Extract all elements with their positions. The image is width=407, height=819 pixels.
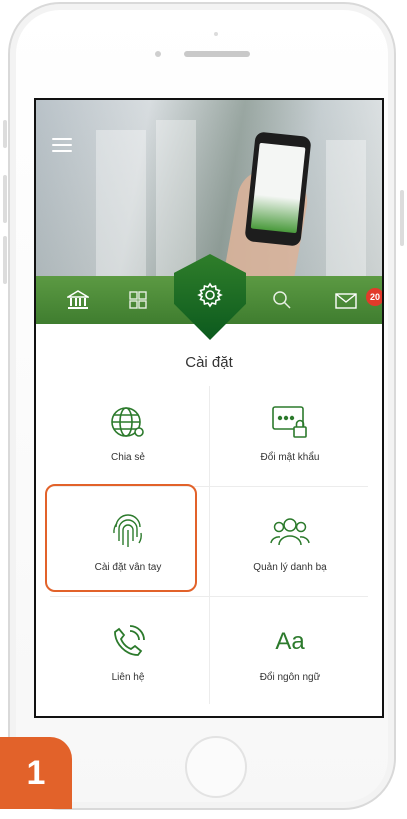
fingerprint-label: Cài đặt vân tay bbox=[94, 562, 162, 573]
contact-us-button[interactable]: Liên hệ bbox=[48, 610, 208, 710]
phone-call-icon bbox=[111, 622, 145, 662]
home-button[interactable] bbox=[185, 736, 247, 798]
share-label: Chia sẻ bbox=[111, 452, 145, 463]
sensor-dot bbox=[214, 32, 218, 36]
language-aa-icon: Aa bbox=[275, 628, 305, 655]
fingerprint-icon bbox=[110, 512, 146, 552]
power-button bbox=[400, 190, 404, 246]
change-language-button[interactable]: Aa Đổi ngôn ngữ bbox=[210, 610, 370, 710]
fingerprint-settings-button[interactable]: Cài đặt vân tay bbox=[48, 500, 208, 600]
search-icon[interactable] bbox=[252, 276, 312, 324]
change-password-button[interactable]: Đổi mật khẩu bbox=[210, 390, 370, 490]
grid-icon[interactable] bbox=[108, 276, 168, 324]
earpiece-speaker bbox=[184, 51, 250, 57]
manage-contacts-label: Quản lý danh bạ bbox=[253, 562, 327, 573]
step-number-badge: 1 bbox=[0, 737, 72, 809]
contacts-group-icon bbox=[270, 512, 310, 552]
change-language-label: Đổi ngôn ngữ bbox=[259, 672, 321, 683]
gear-icon bbox=[197, 282, 223, 313]
hamburger-menu-icon[interactable] bbox=[52, 138, 72, 152]
page-title: Cài đặt bbox=[185, 354, 233, 371]
globe-share-icon bbox=[109, 402, 147, 442]
front-camera bbox=[155, 51, 161, 57]
share-button[interactable]: Chia sẻ bbox=[48, 390, 208, 490]
notification-badge: 20 bbox=[366, 288, 382, 306]
mute-switch bbox=[3, 120, 7, 148]
contact-us-label: Liên hệ bbox=[111, 672, 145, 683]
phone-image bbox=[244, 131, 312, 247]
manage-contacts-button[interactable]: Quản lý danh bạ bbox=[210, 500, 370, 600]
app-screen: 20 Cài đặt Chia sẻ Đổi mật khẩu Cài đặt … bbox=[34, 98, 384, 718]
volume-down-button bbox=[3, 236, 7, 284]
bank-icon[interactable] bbox=[48, 276, 108, 324]
password-lock-icon bbox=[270, 402, 310, 442]
volume-up-button bbox=[3, 175, 7, 223]
change-password-label: Đổi mật khẩu bbox=[260, 452, 320, 463]
